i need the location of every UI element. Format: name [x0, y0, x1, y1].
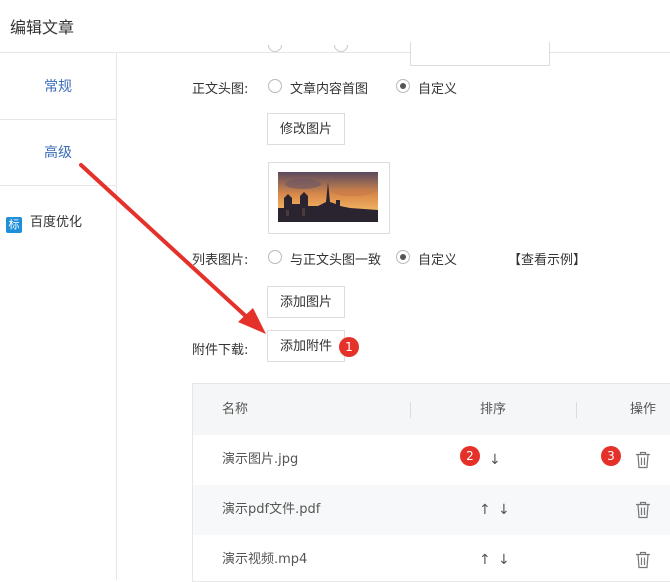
annotation-arrow	[79, 163, 266, 334]
